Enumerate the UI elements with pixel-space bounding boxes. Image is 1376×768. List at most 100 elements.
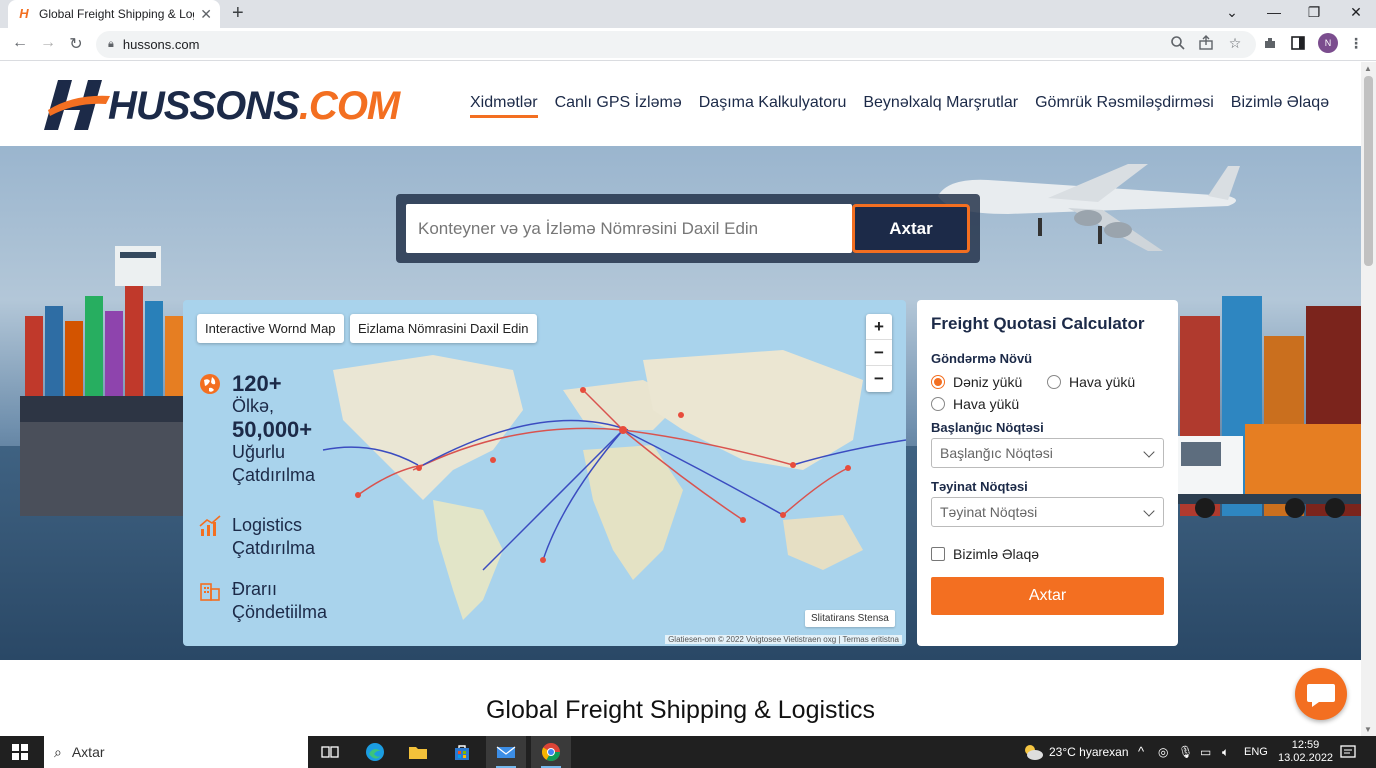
interactive-map[interactable]: Interactive Wornd Map Eizlama Nömrasini … — [183, 300, 906, 646]
volume-icon[interactable]: 🔈︎ — [1222, 736, 1229, 768]
site-header: HUSSONS.COM Xidmətlər Canlı GPS İzləmə D… — [0, 62, 1361, 146]
stat-deliveries-value: 50,000+ — [232, 417, 313, 442]
contact-checkbox[interactable]: Bizimlə Əlaqə — [931, 546, 1039, 562]
radio-sea-freight[interactable]: Dəniz yükü — [931, 374, 1022, 390]
radio-air-freight-2[interactable]: Hava yükü — [931, 396, 1019, 412]
clock[interactable]: 12:59 13.02.2022 — [1278, 739, 1333, 765]
nav-item-services[interactable]: Xidmətlər — [470, 94, 538, 118]
store-icon[interactable] — [442, 736, 482, 768]
tracking-search-button[interactable]: Axtar — [852, 204, 970, 253]
nav-item-international-routes[interactable]: Beynəlxalq Marşrutlar — [863, 94, 1018, 118]
contact-checkbox-box — [931, 547, 945, 561]
chevron-down-icon — [1143, 505, 1155, 517]
chrome-icon[interactable] — [531, 736, 571, 768]
stat-deliveries-label-1: Uğurlu — [232, 442, 286, 462]
language-indicator[interactable]: ENG — [1244, 736, 1268, 768]
windows-start-icon[interactable] — [12, 744, 28, 760]
show-hidden-icons-icon[interactable]: ^ — [1138, 736, 1144, 768]
file-explorer-icon[interactable] — [398, 736, 438, 768]
stat-logistics-line-1: Logistics — [232, 515, 303, 535]
quote-title: Freight Quotasi Calculator — [931, 314, 1145, 333]
scroll-down-icon[interactable]: ▼ — [1364, 725, 1372, 734]
radio-sea-freight-circle — [931, 375, 945, 389]
search-icon: ⌕ — [54, 743, 62, 760]
zoom-out-button-2[interactable]: − — [866, 366, 892, 392]
tracking-number-input[interactable] — [406, 204, 852, 253]
browser-tab-bar: H Global Freight Shipping & Logis ✕ + ⌄ … — [0, 0, 1376, 28]
bookmark-star-icon[interactable]: ☆ — [1226, 35, 1244, 52]
close-window-icon[interactable]: ✕ — [1346, 4, 1366, 21]
live-chat-button[interactable] — [1295, 668, 1347, 720]
scrollbar-thumb[interactable] — [1364, 76, 1373, 266]
battery-icon[interactable]: ▭ — [1200, 736, 1211, 768]
tab-title: Global Freight Shipping & Logis — [39, 7, 195, 21]
page-scrollbar[interactable]: ▲ ▼ — [1361, 62, 1376, 736]
radio-air-freight-2-label: Hava yükü — [953, 396, 1020, 412]
edge-icon[interactable] — [355, 736, 395, 768]
extensions-icon[interactable] — [1262, 35, 1280, 51]
address-bar[interactable]: 🔒︎ hussons.com — [96, 31, 1256, 58]
quote-search-button[interactable]: Axtar — [931, 577, 1164, 615]
network-icon[interactable]: ◎ — [1158, 736, 1168, 768]
shipment-type-label: Göndərmə Növü — [931, 351, 1033, 366]
back-icon[interactable]: ← — [10, 34, 30, 52]
taskbar-search[interactable]: ⌕ Axtar — [44, 736, 308, 768]
nav-item-gps-tracking[interactable]: Canlı GPS İzləmə — [555, 94, 682, 118]
web-page: HUSSONS.COM Xidmətlər Canlı GPS İzləmə D… — [0, 62, 1361, 736]
map-attribution[interactable]: Glatiesen-om © 2022 Voigtosee Vietistrae… — [665, 635, 902, 644]
map-satellite-button[interactable]: Slitatirans Stensa — [805, 610, 895, 627]
url-text: hussons.com — [122, 37, 200, 52]
share-icon[interactable] — [1198, 35, 1216, 51]
section-title: Global Freight Shipping & Logistics — [485, 696, 876, 724]
close-tab-icon[interactable]: ✕ — [200, 6, 212, 23]
freight-quote-calculator: Freight Quotasi Calculator Göndərmə Növü… — [917, 300, 1178, 646]
zoom-out-button[interactable]: − — [866, 340, 892, 366]
radio-air-freight-label: Hava yükü — [1069, 374, 1136, 390]
maximize-icon[interactable]: ❐ — [1304, 4, 1324, 21]
weather-text[interactable]: 23°C hyarexan — [1049, 736, 1129, 768]
stat-warehouse-line-2: Çöndetiilma — [232, 602, 328, 622]
tab-search-icon[interactable]: ⌄ — [1222, 4, 1242, 21]
truck-image — [1175, 424, 1361, 518]
destination-label: Təyinat Nöqtəsi — [931, 479, 1028, 494]
radio-air-freight[interactable]: Hava yükü — [1047, 374, 1135, 390]
nav-item-shipping-calculator[interactable]: Daşıma Kalkulyatoru — [699, 94, 847, 118]
nav-item-contact[interactable]: Bizimlə Əlaqə — [1231, 94, 1329, 118]
logo-text: HUSSONS.COM — [108, 84, 400, 128]
stat-logistics-line-2: Çatdırılma — [232, 538, 316, 558]
map-chip-tracking[interactable]: Eizlama Nömrasini Daxil Edin — [350, 314, 537, 343]
site-favicon-icon: H — [19, 6, 29, 21]
hero-section: Axtar — [0, 146, 1361, 660]
menu-kebab-icon[interactable]: ⋮ — [1347, 35, 1365, 52]
origin-select[interactable]: Başlanğıc Nöqtəsi — [931, 438, 1164, 468]
notifications-icon[interactable] — [1340, 744, 1356, 760]
forward-icon[interactable]: → — [38, 34, 58, 52]
side-panel-icon[interactable] — [1290, 35, 1308, 51]
scroll-up-icon[interactable]: ▲ — [1364, 64, 1372, 73]
stat-countries-label: Ölkə, — [232, 396, 275, 416]
new-tab-icon[interactable]: + — [232, 3, 244, 23]
nav-item-customs[interactable]: Gömrük Rəsmiləşdirməsi — [1035, 94, 1214, 118]
minimize-icon[interactable]: — — [1264, 4, 1284, 20]
destination-select[interactable]: Təyinat Nöqtəsi — [931, 497, 1164, 527]
mail-icon[interactable] — [486, 736, 526, 768]
task-view-icon[interactable] — [310, 736, 350, 768]
weather-icon[interactable] — [1022, 743, 1044, 761]
zoom-in-button[interactable]: + — [866, 314, 892, 340]
tracking-search-box: Axtar — [396, 194, 980, 263]
zoom-search-icon[interactable] — [1170, 35, 1188, 51]
lock-icon: 🔒︎ — [108, 38, 114, 50]
windows-taskbar: ⌕ Axtar 23°C hyarexan ^ ◎ 🎙︎ ▭ 🔈︎ ENG 12… — [0, 736, 1376, 768]
microphone-icon[interactable]: 🎙︎ — [1178, 736, 1193, 768]
taskbar-search-placeholder: Axtar — [71, 744, 105, 760]
reload-icon[interactable]: ↻ — [66, 34, 86, 54]
site-logo[interactable]: HUSSONS.COM — [44, 76, 400, 134]
map-chip-interactive[interactable]: Interactive Wornd Map — [197, 314, 344, 343]
origin-label: Başlanğıc Nöqtəsi — [931, 420, 1044, 435]
globe-icon — [200, 374, 220, 394]
browser-tab[interactable]: H Global Freight Shipping & Logis ✕ — [8, 0, 220, 28]
clock-date: 13.02.2022 — [1278, 752, 1334, 764]
profile-avatar[interactable]: N — [1318, 33, 1338, 53]
stat-countries-value: 120+ — [232, 371, 282, 396]
radio-air-freight-circle — [1047, 375, 1061, 389]
